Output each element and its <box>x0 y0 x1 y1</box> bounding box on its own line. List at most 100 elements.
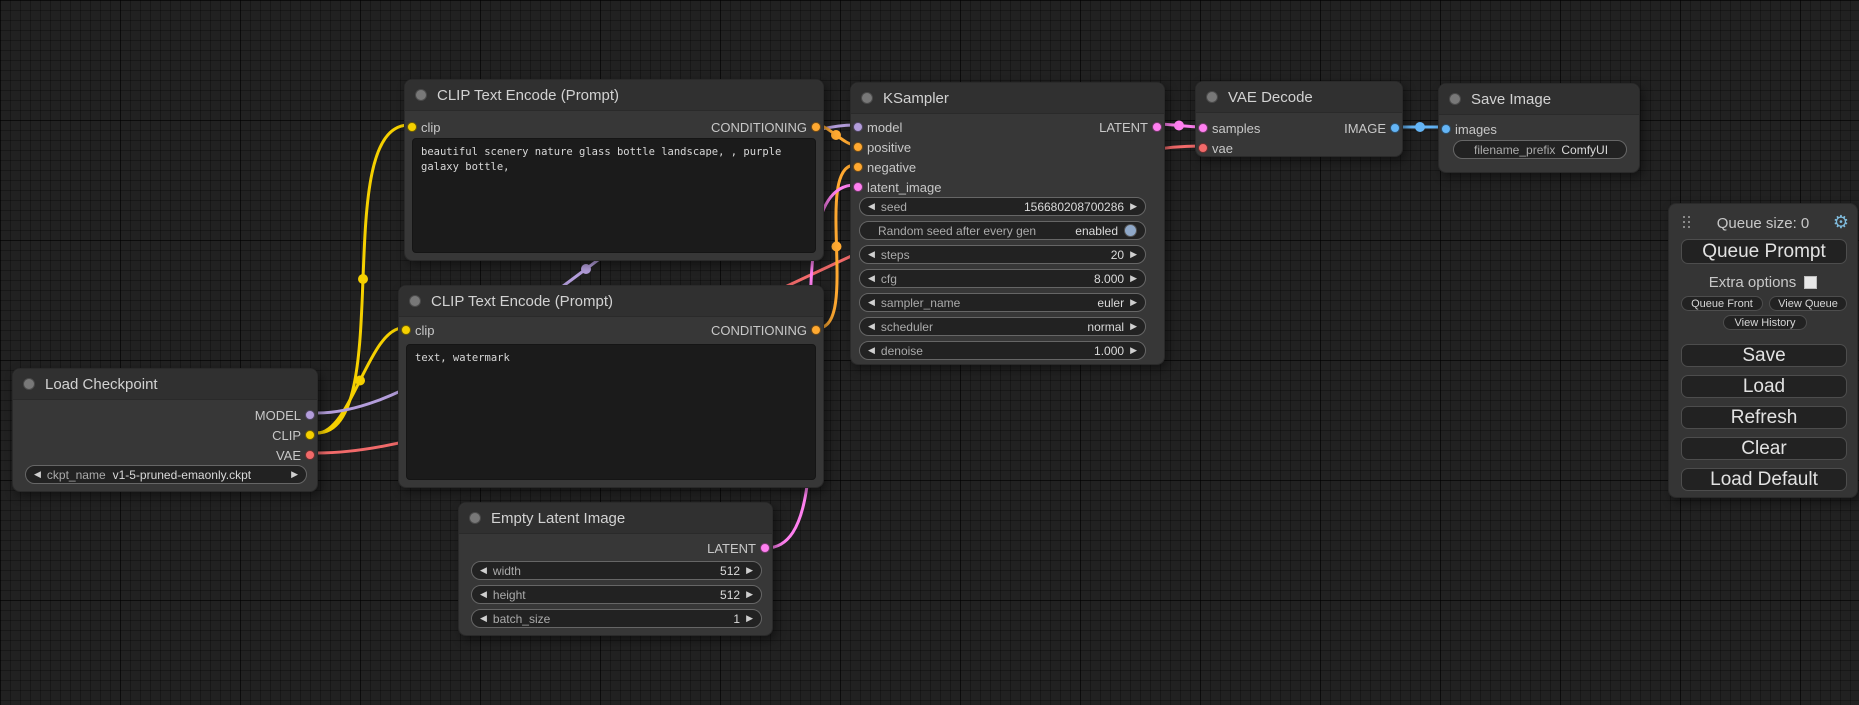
node-load-checkpoint[interactable]: Load Checkpoint MODEL CLIP VAE ◀ ckpt_na… <box>12 368 318 492</box>
queue-front-button[interactable]: Queue Front <box>1681 296 1763 311</box>
decrement-arrow-icon[interactable]: ◀ <box>480 590 487 599</box>
decrement-arrow-icon[interactable]: ◀ <box>480 566 487 575</box>
clip-input-port[interactable] <box>401 325 411 335</box>
latent-image-input-port[interactable] <box>853 182 863 192</box>
decrement-arrow-icon[interactable]: ◀ <box>868 250 875 259</box>
increment-arrow-icon[interactable]: ▶ <box>1130 298 1137 307</box>
prompt-text-area[interactable]: text, watermark <box>406 344 816 480</box>
input-label: latent_image <box>867 180 941 195</box>
scheduler-combo[interactable]: ◀ scheduler normal ▶ <box>859 317 1146 336</box>
widget-label: seed <box>881 200 907 214</box>
queue-panel[interactable]: Queue size: 0 ⚙ Queue Prompt Extra optio… <box>1668 203 1858 498</box>
images-input-port[interactable] <box>1441 124 1451 134</box>
width-combo[interactable]: ◀ width 512 ▶ <box>471 561 762 580</box>
collapse-dot-icon[interactable] <box>23 378 35 390</box>
load-default-button[interactable]: Load Default <box>1681 468 1847 491</box>
collapse-dot-icon[interactable] <box>409 295 421 307</box>
collapse-dot-icon[interactable] <box>415 89 427 101</box>
decrement-arrow-icon[interactable]: ◀ <box>34 470 41 479</box>
increment-arrow-icon[interactable]: ▶ <box>1130 322 1137 331</box>
load-button[interactable]: Load <box>1681 375 1847 398</box>
node-title-bar[interactable]: KSampler <box>851 83 1164 114</box>
positive-input-port[interactable] <box>853 142 863 152</box>
node-clip-text-encode-1[interactable]: CLIP Text Encode (Prompt) clip CONDITION… <box>404 79 824 261</box>
decrement-arrow-icon[interactable]: ◀ <box>868 298 875 307</box>
increment-arrow-icon[interactable]: ▶ <box>746 614 753 623</box>
steps-combo[interactable]: ◀ steps 20 ▶ <box>859 245 1146 264</box>
view-queue-button[interactable]: View Queue <box>1769 296 1847 311</box>
decrement-arrow-icon[interactable]: ◀ <box>480 614 487 623</box>
decrement-arrow-icon[interactable]: ◀ <box>868 346 875 355</box>
ckpt-name-combo[interactable]: ◀ ckpt_name v1-5-pruned-emaonly.ckpt ▶ <box>25 465 307 484</box>
port-row: images <box>1439 119 1639 139</box>
node-clip-text-encode-2[interactable]: CLIP Text Encode (Prompt) clip CONDITION… <box>398 285 824 488</box>
settings-gear-icon[interactable]: ⚙ <box>1833 211 1849 233</box>
node-ksampler[interactable]: KSampler model LATENT positive negative … <box>850 82 1165 365</box>
samples-input-port[interactable] <box>1198 123 1208 133</box>
filename-prefix-widget[interactable]: filename_prefix ComfyUI <box>1453 140 1627 159</box>
conditioning-output-port[interactable] <box>811 325 821 335</box>
node-title-bar[interactable]: CLIP Text Encode (Prompt) <box>405 80 823 111</box>
latent-output-port[interactable] <box>1152 122 1162 132</box>
seed-combo[interactable]: ◀ seed 156680208700286 ▶ <box>859 197 1146 216</box>
save-button[interactable]: Save <box>1681 344 1847 367</box>
model-input-port[interactable] <box>853 122 863 132</box>
increment-arrow-icon[interactable]: ▶ <box>746 590 753 599</box>
node-title: Empty Latent Image <box>491 510 625 527</box>
node-save-image[interactable]: Save Image images filename_prefix ComfyU… <box>1438 83 1640 173</box>
refresh-button[interactable]: Refresh <box>1681 406 1847 429</box>
node-graph-canvas[interactable]: Load Checkpoint MODEL CLIP VAE ◀ ckpt_na… <box>0 0 1859 705</box>
extra-options-checkbox[interactable] <box>1804 276 1817 289</box>
collapse-dot-icon[interactable] <box>861 92 873 104</box>
clear-button[interactable]: Clear <box>1681 437 1847 460</box>
toggle-circle-icon[interactable] <box>1124 224 1137 237</box>
view-history-button[interactable]: View History <box>1723 315 1807 330</box>
node-title-bar[interactable]: Empty Latent Image <box>459 503 772 534</box>
clip-input-port[interactable] <box>407 122 417 132</box>
increment-arrow-icon[interactable]: ▶ <box>1130 250 1137 259</box>
prompt-text-area[interactable]: beautiful scenery nature glass bottle la… <box>412 138 816 253</box>
random-seed-toggle[interactable]: Random seed after every gen enabled <box>859 221 1146 240</box>
vae-output-port[interactable] <box>305 450 315 460</box>
denoise-combo[interactable]: ◀ denoise 1.000 ▶ <box>859 341 1146 360</box>
increment-arrow-icon[interactable]: ▶ <box>1130 274 1137 283</box>
increment-arrow-icon[interactable]: ▶ <box>1130 202 1137 211</box>
increment-arrow-icon[interactable]: ▶ <box>1130 346 1137 355</box>
decrement-arrow-icon[interactable]: ◀ <box>868 274 875 283</box>
widget-value: 512 <box>720 564 740 578</box>
node-empty-latent-image[interactable]: Empty Latent Image LATENT ◀ width 512 ▶ … <box>458 502 773 636</box>
node-vae-decode[interactable]: VAE Decode samples IMAGE vae <box>1195 81 1403 157</box>
output-label: CONDITIONING <box>711 120 807 135</box>
node-title-bar[interactable]: CLIP Text Encode (Prompt) <box>399 286 823 317</box>
cfg-combo[interactable]: ◀ cfg 8.000 ▶ <box>859 269 1146 288</box>
clip-output-port[interactable] <box>305 430 315 440</box>
height-combo[interactable]: ◀ height 512 ▶ <box>471 585 762 604</box>
collapse-dot-icon[interactable] <box>1206 91 1218 103</box>
conditioning-output-port[interactable] <box>811 122 821 132</box>
decrement-arrow-icon[interactable]: ◀ <box>868 202 875 211</box>
panel-drag-handle-icon[interactable] <box>1683 216 1685 218</box>
sampler-name-combo[interactable]: ◀ sampler_name euler ▶ <box>859 293 1146 312</box>
vae-input-port[interactable] <box>1198 143 1208 153</box>
output-row-model: MODEL <box>13 405 317 425</box>
extra-options-label: Extra options <box>1709 274 1797 291</box>
collapse-dot-icon[interactable] <box>469 512 481 524</box>
node-title-bar[interactable]: Load Checkpoint <box>13 369 317 400</box>
link-clip <box>317 125 409 433</box>
node-title-bar[interactable]: Save Image <box>1439 84 1639 115</box>
batch-size-combo[interactable]: ◀ batch_size 1 ▶ <box>471 609 762 628</box>
output-label: VAE <box>276 448 301 463</box>
node-title-bar[interactable]: VAE Decode <box>1196 82 1402 113</box>
model-output-port[interactable] <box>305 410 315 420</box>
image-output-port[interactable] <box>1390 123 1400 133</box>
increment-arrow-icon[interactable]: ▶ <box>291 470 298 479</box>
input-label: samples <box>1212 121 1260 136</box>
input-label: model <box>867 120 902 135</box>
collapse-dot-icon[interactable] <box>1449 93 1461 105</box>
queue-prompt-button[interactable]: Queue Prompt <box>1681 239 1847 264</box>
decrement-arrow-icon[interactable]: ◀ <box>868 322 875 331</box>
increment-arrow-icon[interactable]: ▶ <box>746 566 753 575</box>
latent-output-port[interactable] <box>760 543 770 553</box>
negative-input-port[interactable] <box>853 162 863 172</box>
widget-label: batch_size <box>493 612 550 626</box>
